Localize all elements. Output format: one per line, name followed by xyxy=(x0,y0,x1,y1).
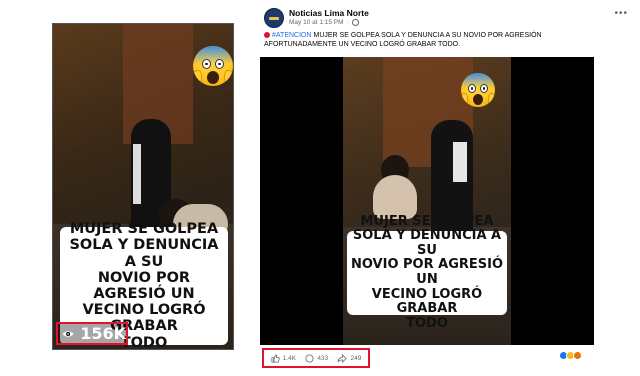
angry-reaction-icon xyxy=(573,351,582,360)
video-caption: MUJER SE GOLPEA SOLA Y DENUNCIA A SU NOV… xyxy=(347,214,507,330)
comments-stat[interactable]: 433 xyxy=(305,353,329,363)
shares-stat[interactable]: 249 xyxy=(337,353,362,363)
jacket-stripe xyxy=(453,142,467,182)
post-video[interactable]: MUJER SE GOLPEA SOLA Y DENUNCIA A SU NOV… xyxy=(260,57,594,345)
share-icon xyxy=(338,353,348,363)
comments-count: 433 xyxy=(317,354,329,362)
comment-icon xyxy=(305,353,314,363)
crouching-person xyxy=(373,175,417,219)
screaming-face-emoji-icon xyxy=(461,73,495,107)
view-count-badge: 156K xyxy=(56,322,128,345)
jacket-stripe xyxy=(133,144,141,204)
screaming-face-emoji-icon xyxy=(193,46,233,86)
red-circle-icon xyxy=(264,32,270,38)
hashtag-link[interactable]: #ATENCION xyxy=(272,32,312,39)
post-meta: May 10 at 1:15 PM · xyxy=(289,19,359,26)
likes-stat[interactable]: 1.4K xyxy=(271,353,297,363)
eye-icon xyxy=(62,330,74,337)
likes-count: 1.4K xyxy=(282,354,297,362)
facebook-post: Noticias Lima Norte May 10 at 1:15 PM · … xyxy=(253,0,640,376)
view-count: 156K xyxy=(80,324,126,343)
short-video-thumbnail[interactable]: MUJER SE GOLPEA SOLA Y DENUNCIA A SU NOV… xyxy=(52,23,234,350)
meta-separator: · xyxy=(346,19,349,26)
post-footer: 1.4K 433 249 xyxy=(260,348,594,370)
page-avatar[interactable] xyxy=(264,8,284,28)
more-options-icon[interactable]: ••• xyxy=(614,8,628,19)
video-frame: MUJER SE GOLPEA SOLA Y DENUNCIA A SU NOV… xyxy=(343,57,511,345)
reaction-summary[interactable] xyxy=(559,351,582,360)
post-text: #ATENCION MUJER SE GOLPEA SOLA Y DENUNCI… xyxy=(264,31,604,50)
page-name[interactable]: Noticias Lima Norte xyxy=(289,8,369,18)
shares-count: 249 xyxy=(350,354,362,362)
engagement-stats: 1.4K 433 249 xyxy=(262,348,370,368)
post-timestamp[interactable]: May 10 at 1:15 PM xyxy=(289,19,344,26)
globe-icon xyxy=(351,19,359,26)
like-icon xyxy=(271,353,280,363)
